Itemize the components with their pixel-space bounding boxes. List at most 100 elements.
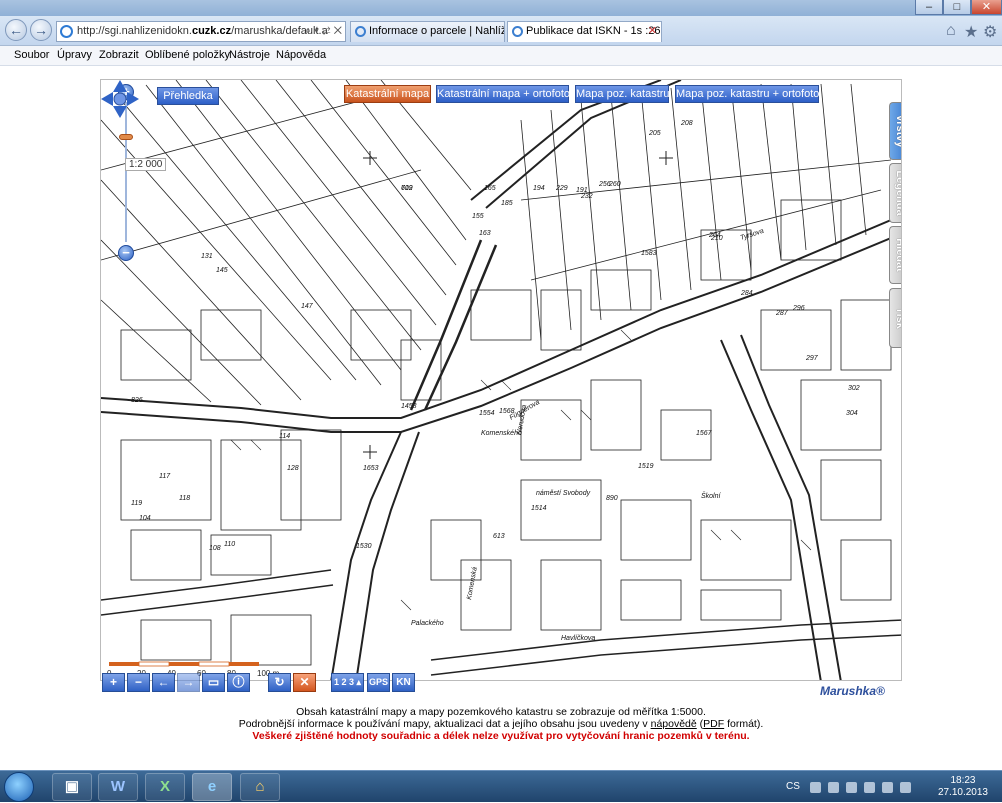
zoom-slider-track[interactable] (125, 102, 127, 242)
parcel-number-label: 229 (555, 185, 568, 192)
address-tools-icon[interactable]: ⌕ ▾ ⇄ ✕ (305, 22, 342, 41)
maximize-button[interactable]: □ (943, 0, 971, 15)
coordinates-icon[interactable]: 1 2 3 ▴ (331, 673, 364, 692)
taskbar-ie-icon[interactable]: e (192, 773, 232, 801)
taskbar-save-icon[interactable]: ▣ (52, 773, 92, 801)
menu-nastroje[interactable]: Nástroje (229, 49, 270, 61)
cadastral-map[interactable]: 709 1653 1530 1554 1568 1453 1514 1519 1567 1583 2… (100, 79, 902, 681)
zoom-out-icon[interactable]: − (118, 245, 134, 261)
parcel-number-label: 296 (792, 305, 805, 312)
parcel-number-label: 1530 (356, 543, 372, 550)
taskbar-excel-icon[interactable]: X (145, 773, 185, 801)
tab-label: Publikace dat ISKN - 1s :265... (526, 25, 662, 37)
parcel-number-label: 304 (846, 410, 858, 417)
clock-date: 27.10.2013 (937, 787, 988, 798)
refresh-icon[interactable]: ↻ (268, 673, 291, 692)
tray-volume-icon[interactable] (828, 782, 839, 793)
street-name-label: Palackého (411, 620, 444, 627)
parcel-number-label: 163 (479, 230, 491, 237)
layer-mapa-poz-katastru[interactable]: Mapa poz. katastru (575, 85, 670, 103)
menu-soubor[interactable]: Soubor (14, 49, 49, 61)
pan-control-icon[interactable] (101, 80, 139, 118)
parcel-number-label: 165 (484, 185, 496, 192)
parcel-number-label: 117 (159, 473, 171, 480)
taskbar-house-icon[interactable]: ⌂ (240, 773, 280, 801)
forward-button[interactable]: → (30, 19, 52, 41)
parcel-number-label: 1519 (638, 463, 654, 470)
parcel-number-label: 104 (139, 515, 151, 522)
clear-icon[interactable]: ✕ (293, 673, 316, 692)
overview-button[interactable]: Přehledka (157, 87, 219, 105)
info-text: Obsah katastrální mapy a mapy pozemkovéh… (0, 706, 1002, 742)
parcel-number-label: 119 (131, 500, 142, 507)
tab-legenda[interactable]: Legenda (889, 163, 901, 223)
parcel-number-label: 110 (224, 541, 235, 548)
parcel-number-label: 826 (131, 397, 143, 404)
zoom-out-tool-icon[interactable]: − (127, 673, 150, 692)
parcel-number-label: 1583 (641, 250, 657, 257)
street-name-label: náměstí Svobody (536, 490, 591, 497)
zoom-in-tool-icon[interactable]: + (102, 673, 125, 692)
menu-zobrazit[interactable]: Zobrazit (99, 49, 139, 61)
parcel-number-label: 118 (179, 495, 190, 502)
home-icon[interactable]: ⌂ (946, 22, 956, 40)
taskbar-word-icon[interactable]: W (98, 773, 138, 801)
tray-flag-icon[interactable] (810, 782, 821, 793)
language-indicator[interactable]: CS (786, 781, 800, 792)
parcel-number-label: 264 (708, 232, 721, 239)
parcel-number-label: 612 (401, 185, 413, 192)
previous-view-icon[interactable]: ← (152, 673, 175, 692)
menu-oblibene[interactable]: Oblíbené položky (145, 49, 230, 61)
layer-mapa-poz-ortofoto[interactable]: Mapa poz. katastru + ortofoto (675, 85, 819, 103)
parcel-number-label: 297 (805, 355, 819, 362)
parcel-number-label: 205 (648, 130, 661, 137)
tray-app-icon[interactable] (864, 782, 875, 793)
menu-bar: Soubor Úpravy Zobrazit Oblíbené položky … (0, 46, 1002, 66)
system-tray: CS 18:23 27.10.2013 (780, 771, 1002, 803)
parcel-number-label: 1567 (696, 430, 713, 437)
tab-vrstvy[interactable]: Vrstvy (889, 102, 901, 160)
help-link[interactable]: nápovědě (651, 718, 697, 730)
gps-button[interactable]: GPS (367, 673, 390, 692)
tab-iskn[interactable]: Publikace dat ISKN - 1s :265... ✕ (507, 21, 662, 42)
next-view-icon[interactable]: → (177, 673, 200, 692)
menu-upravy[interactable]: Úpravy (57, 49, 92, 61)
minimize-button[interactable]: – (915, 0, 943, 15)
tab-favicon-icon (512, 26, 523, 37)
clock[interactable]: 18:23 27.10.2013 (938, 775, 988, 799)
tray-network-icon[interactable] (846, 782, 857, 793)
parcel-number-label: 287 (775, 310, 789, 317)
full-extent-icon[interactable]: ▭ (202, 673, 225, 692)
tray-monitor-icon[interactable] (882, 782, 893, 793)
layer-katastralni-ortofoto[interactable]: Katastrální mapa + ortofoto (436, 85, 570, 103)
settings-gear-icon[interactable]: ⚙ (983, 22, 997, 42)
street-name-label: Školní (701, 491, 722, 500)
parcel-number-label: 147 (301, 303, 314, 310)
info-tool-icon[interactable]: ⓘ (227, 673, 250, 692)
tab-tisk[interactable]: Tisk (889, 288, 901, 348)
layer-katastralni-mapa[interactable]: Katastrální mapa (344, 85, 431, 103)
back-button[interactable]: ← (5, 19, 27, 41)
favorites-star-icon[interactable]: ★ (964, 22, 978, 42)
address-domain: cuzk.cz (191, 25, 232, 37)
pdf-link[interactable]: PDF (703, 718, 724, 730)
scale-label: 1:2 000 (125, 158, 167, 171)
close-tab-icon[interactable]: ✕ (648, 22, 657, 41)
parcel-number-label: 145 (216, 267, 228, 274)
parcel-number-label: 155 (472, 213, 484, 220)
parcel-number-label: 114 (279, 433, 290, 440)
menu-napoveda[interactable]: Nápověda (276, 49, 326, 61)
address-bar[interactable]: http://sgi.nahlizenidokn.cuzk.cz/marushk… (56, 21, 346, 42)
tab-label: Informace o parcele | Nahlížení... (369, 25, 505, 37)
parcel-number-label: 1453 (401, 403, 417, 410)
tab-parcel-info[interactable]: Informace o parcele | Nahlížení... (350, 21, 505, 42)
tray-power-icon[interactable] (900, 782, 911, 793)
clock-time: 18:23 (950, 775, 976, 786)
zoom-slider-handle[interactable] (119, 134, 133, 140)
kn-button[interactable]: KN (392, 673, 415, 692)
tab-hledat[interactable]: Hledat (889, 226, 901, 284)
close-button[interactable]: ✕ (971, 0, 1002, 15)
start-button[interactable] (4, 772, 34, 802)
parcel-number-label: 1514 (531, 505, 547, 512)
parcel-number-label: 128 (287, 465, 299, 472)
